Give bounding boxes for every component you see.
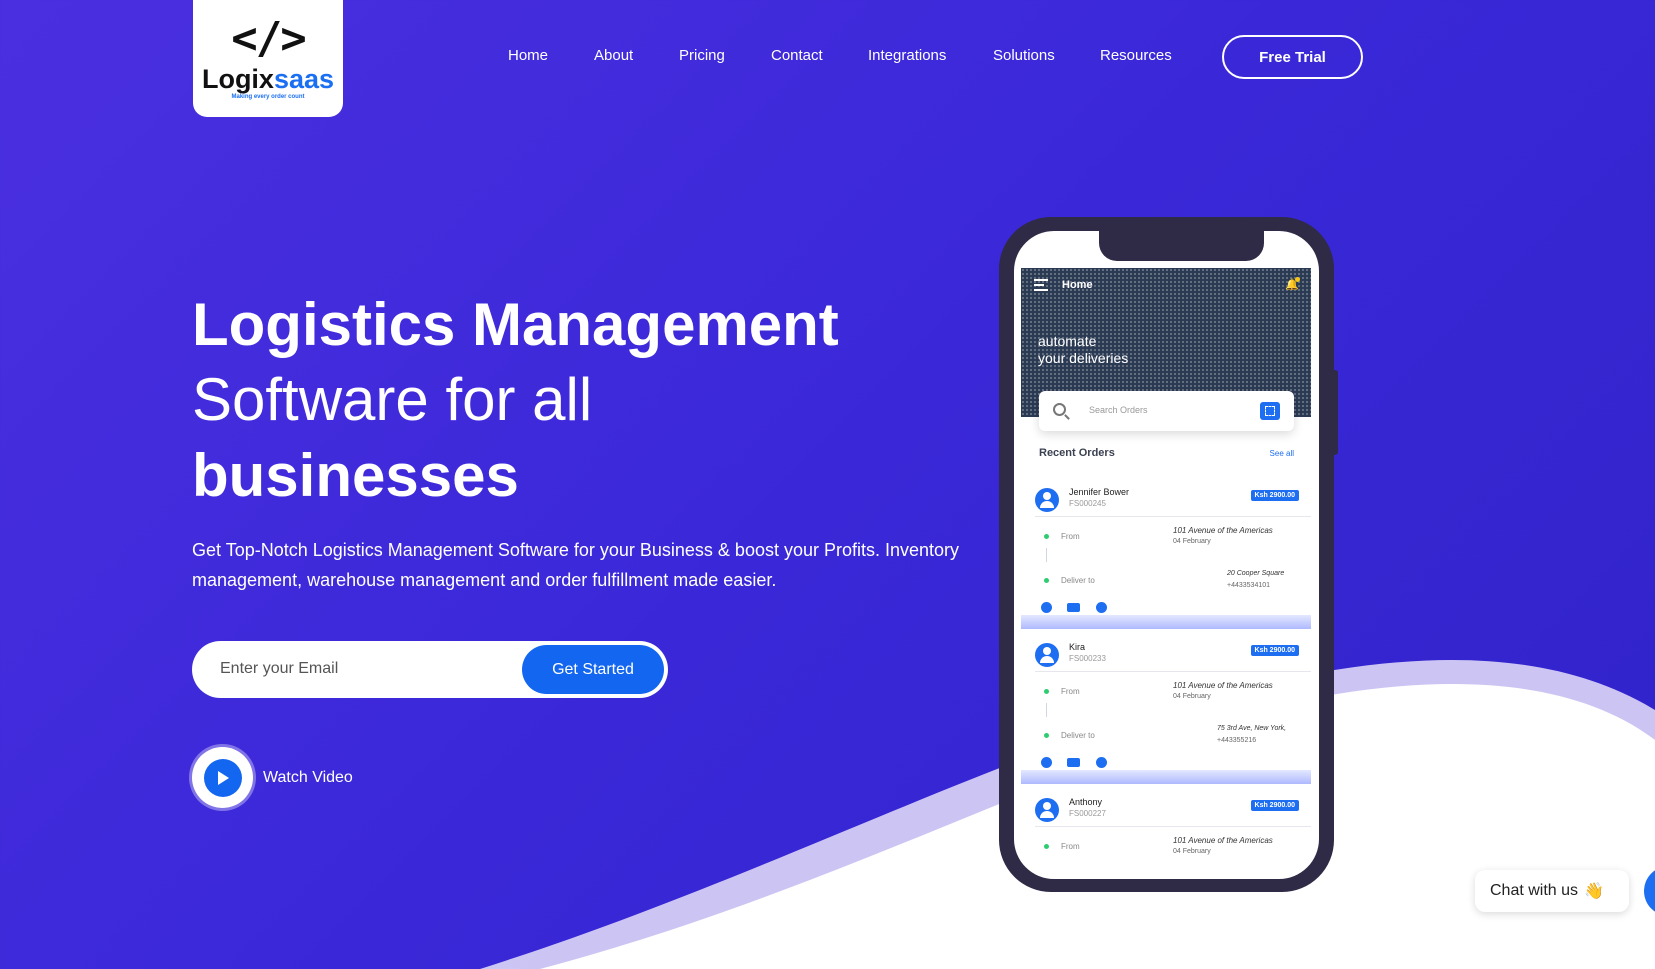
from-label: From	[1061, 687, 1080, 696]
nav-about[interactable]: About	[594, 47, 633, 64]
nav-resources[interactable]: Resources	[1100, 47, 1172, 64]
info-icon[interactable]	[1096, 602, 1107, 613]
nav-solutions[interactable]: Solutions	[993, 47, 1055, 64]
app-tagline-line2: your deliveries	[1038, 350, 1129, 366]
chat-label[interactable]: Chat with us	[1490, 882, 1578, 900]
play-icon	[203, 758, 242, 797]
watch-video-label[interactable]: Watch Video	[263, 769, 353, 787]
payment-card-icon[interactable]	[1067, 603, 1080, 612]
scan-icon[interactable]	[1260, 402, 1280, 420]
route-line	[1046, 548, 1047, 562]
divider	[1035, 826, 1311, 827]
from-date: 04 February	[1173, 538, 1211, 545]
hamburger-menu-icon[interactable]	[1034, 279, 1048, 291]
free-trial-button[interactable]: Free Trial	[1222, 35, 1363, 79]
logo-tagline: Making every order count	[231, 93, 305, 100]
to-address: 75 3rd Ave, New York,	[1217, 725, 1287, 732]
divider	[1035, 516, 1311, 517]
see-all-link[interactable]: See all	[1270, 449, 1294, 458]
play-button[interactable]	[192, 747, 253, 808]
get-started-button[interactable]: Get Started	[522, 645, 664, 694]
destination-dot	[1044, 578, 1049, 583]
email-input[interactable]	[220, 655, 490, 683]
origin-dot	[1044, 689, 1049, 694]
from-label: From	[1061, 532, 1080, 541]
order-id: FS000227	[1069, 809, 1106, 818]
from-date: 04 February	[1173, 848, 1211, 855]
order-customer-name: Anthony	[1069, 797, 1103, 807]
nav-pricing[interactable]: Pricing	[679, 47, 725, 64]
logo-word-part2: saas	[273, 64, 335, 95]
from-label: From	[1061, 842, 1080, 851]
divider	[1035, 671, 1311, 672]
navigate-icon[interactable]	[1041, 602, 1052, 613]
phone-notch	[1099, 231, 1264, 261]
chat-widget[interactable]: Chat with us 👋	[1475, 870, 1629, 912]
recent-orders-heading: Recent Orders	[1039, 447, 1115, 459]
phone-mockup: Home 🔔 automate your deliveries Search O…	[999, 217, 1334, 892]
code-brackets-icon: </>	[231, 13, 306, 65]
from-date: 04 February	[1173, 693, 1211, 700]
hero-description: Get Top-Notch Logistics Management Softw…	[192, 540, 960, 590]
from-address: 101 Avenue of the Americas	[1173, 836, 1273, 845]
from-address: 101 Avenue of the Americas	[1173, 526, 1273, 535]
order-price-badge: Ksh 2900.00	[1250, 490, 1299, 501]
order-customer-name: Kira	[1069, 642, 1086, 652]
deliver-to-label: Deliver to	[1061, 731, 1095, 740]
order-card[interactable]: Anthony FS000227 Ksh 2900.00 From 101 Av…	[1021, 788, 1311, 879]
phone-screen: Home 🔔 automate your deliveries Search O…	[1014, 231, 1319, 879]
nav-contact[interactable]: Contact	[771, 47, 823, 64]
to-address: 20 Cooper Square	[1227, 570, 1285, 577]
search-placeholder: Search Orders	[1089, 405, 1148, 415]
waving-hand-icon: 👋	[1584, 883, 1604, 900]
deliver-to-label: Deliver to	[1061, 576, 1095, 585]
nav-home[interactable]: Home	[508, 47, 548, 64]
logo-wordmark: Logixsaas	[202, 65, 334, 93]
order-price-badge: Ksh 2900.00	[1250, 800, 1299, 811]
order-card[interactable]: Kira FS000233 Ksh 2900.00 From 101 Avenu…	[1021, 633, 1311, 784]
app-tagline-line1: automate	[1038, 333, 1097, 349]
notification-dot	[1295, 277, 1300, 282]
hero-title-line3: businesses	[192, 442, 519, 509]
logo[interactable]: </> Logixsaas Making every order count	[193, 0, 343, 117]
nav-integrations[interactable]: Integrations	[868, 47, 946, 64]
app-title: Home	[1062, 279, 1093, 291]
order-card[interactable]: Jennifer Bower FS000245 Ksh 2900.00 From…	[1021, 478, 1311, 629]
info-icon[interactable]	[1096, 757, 1107, 768]
hero-title-line1: Logistics Management	[192, 291, 839, 358]
order-id: FS000245	[1069, 499, 1106, 508]
hero-title-line2: Software for all	[192, 366, 593, 433]
payment-card-icon[interactable]	[1067, 758, 1080, 767]
order-id: FS000233	[1069, 654, 1106, 663]
route-line	[1046, 703, 1047, 717]
user-avatar-icon	[1035, 798, 1059, 822]
order-search-box[interactable]: Search Orders	[1039, 391, 1294, 431]
user-avatar-icon	[1035, 643, 1059, 667]
navigate-icon[interactable]	[1041, 757, 1052, 768]
destination-dot	[1044, 733, 1049, 738]
logo-word-part1: Logix	[201, 64, 274, 95]
search-icon	[1053, 403, 1066, 416]
card-separator-band	[1021, 615, 1311, 629]
origin-dot	[1044, 534, 1049, 539]
app-tagline: automate your deliveries	[1038, 333, 1188, 367]
origin-dot	[1044, 844, 1049, 849]
watch-video-link[interactable]: Watch Video	[192, 747, 353, 808]
from-address: 101 Avenue of the Americas	[1173, 681, 1273, 690]
order-customer-name: Jennifer Bower	[1069, 487, 1130, 497]
user-avatar-icon	[1035, 488, 1059, 512]
email-signup-form: Get Started	[192, 641, 668, 698]
card-separator-band	[1021, 770, 1311, 784]
order-price-badge: Ksh 2900.00	[1250, 645, 1299, 656]
to-phone: +4433534101	[1227, 582, 1271, 589]
app-header: Home 🔔	[1034, 277, 1304, 299]
to-phone: +443355216	[1217, 737, 1257, 744]
hero-title: Logistics Management Software for all bu…	[192, 288, 952, 514]
